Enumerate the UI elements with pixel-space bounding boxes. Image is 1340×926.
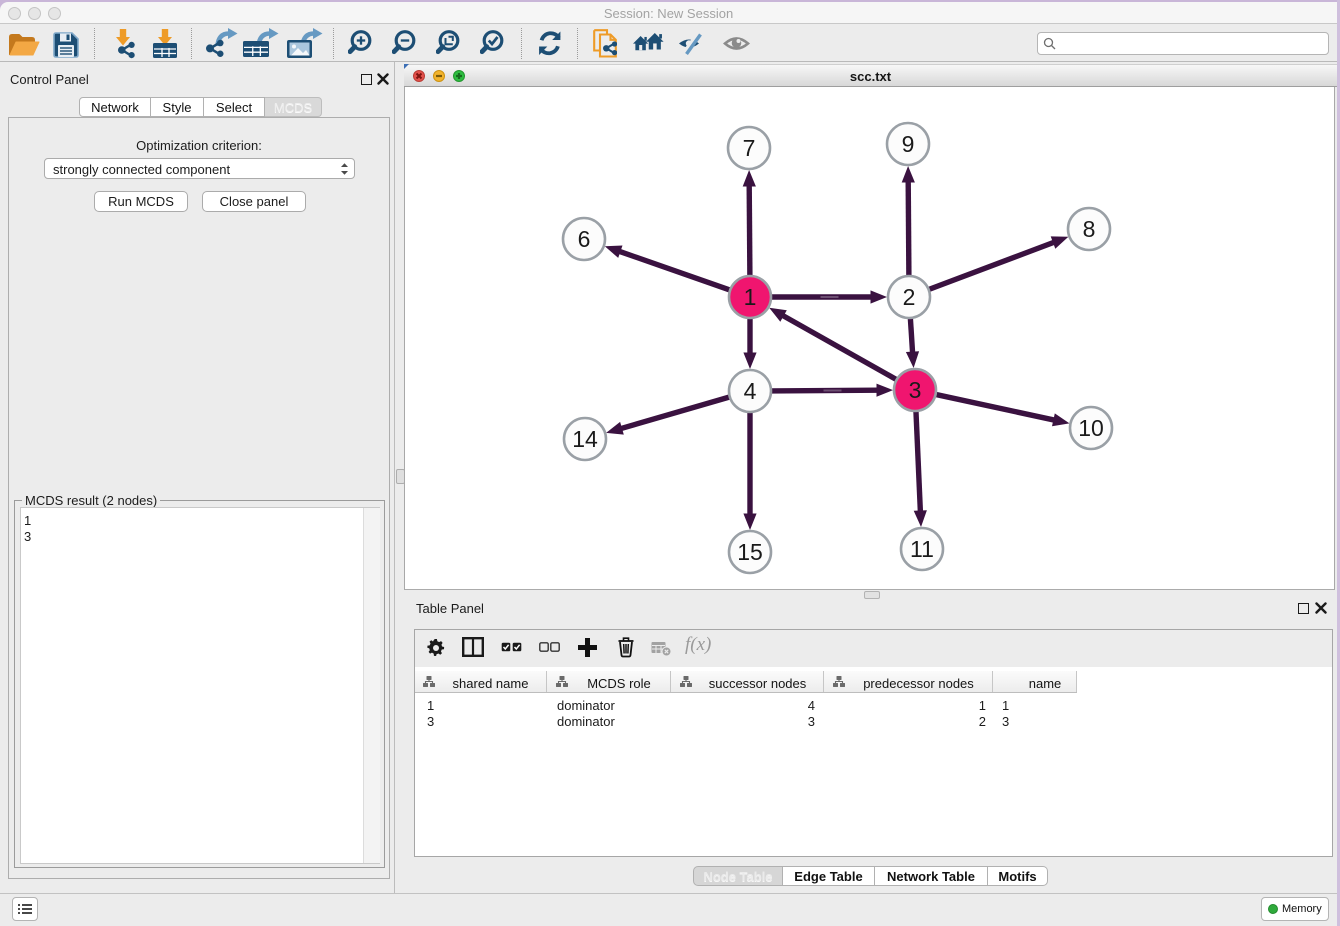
svg-text:15: 15 <box>737 539 763 565</box>
svg-text:1: 1 <box>744 284 757 310</box>
svg-text:3: 3 <box>909 377 922 403</box>
svg-text:2: 2 <box>903 284 916 310</box>
svg-text:10: 10 <box>1078 415 1104 441</box>
svg-text:7: 7 <box>743 135 756 161</box>
svg-text:11: 11 <box>910 536 934 562</box>
svg-text:14: 14 <box>572 426 598 452</box>
svg-text:8: 8 <box>1083 216 1096 242</box>
svg-text:4: 4 <box>744 378 757 404</box>
svg-text:6: 6 <box>578 226 591 252</box>
svg-text:9: 9 <box>902 131 915 157</box>
